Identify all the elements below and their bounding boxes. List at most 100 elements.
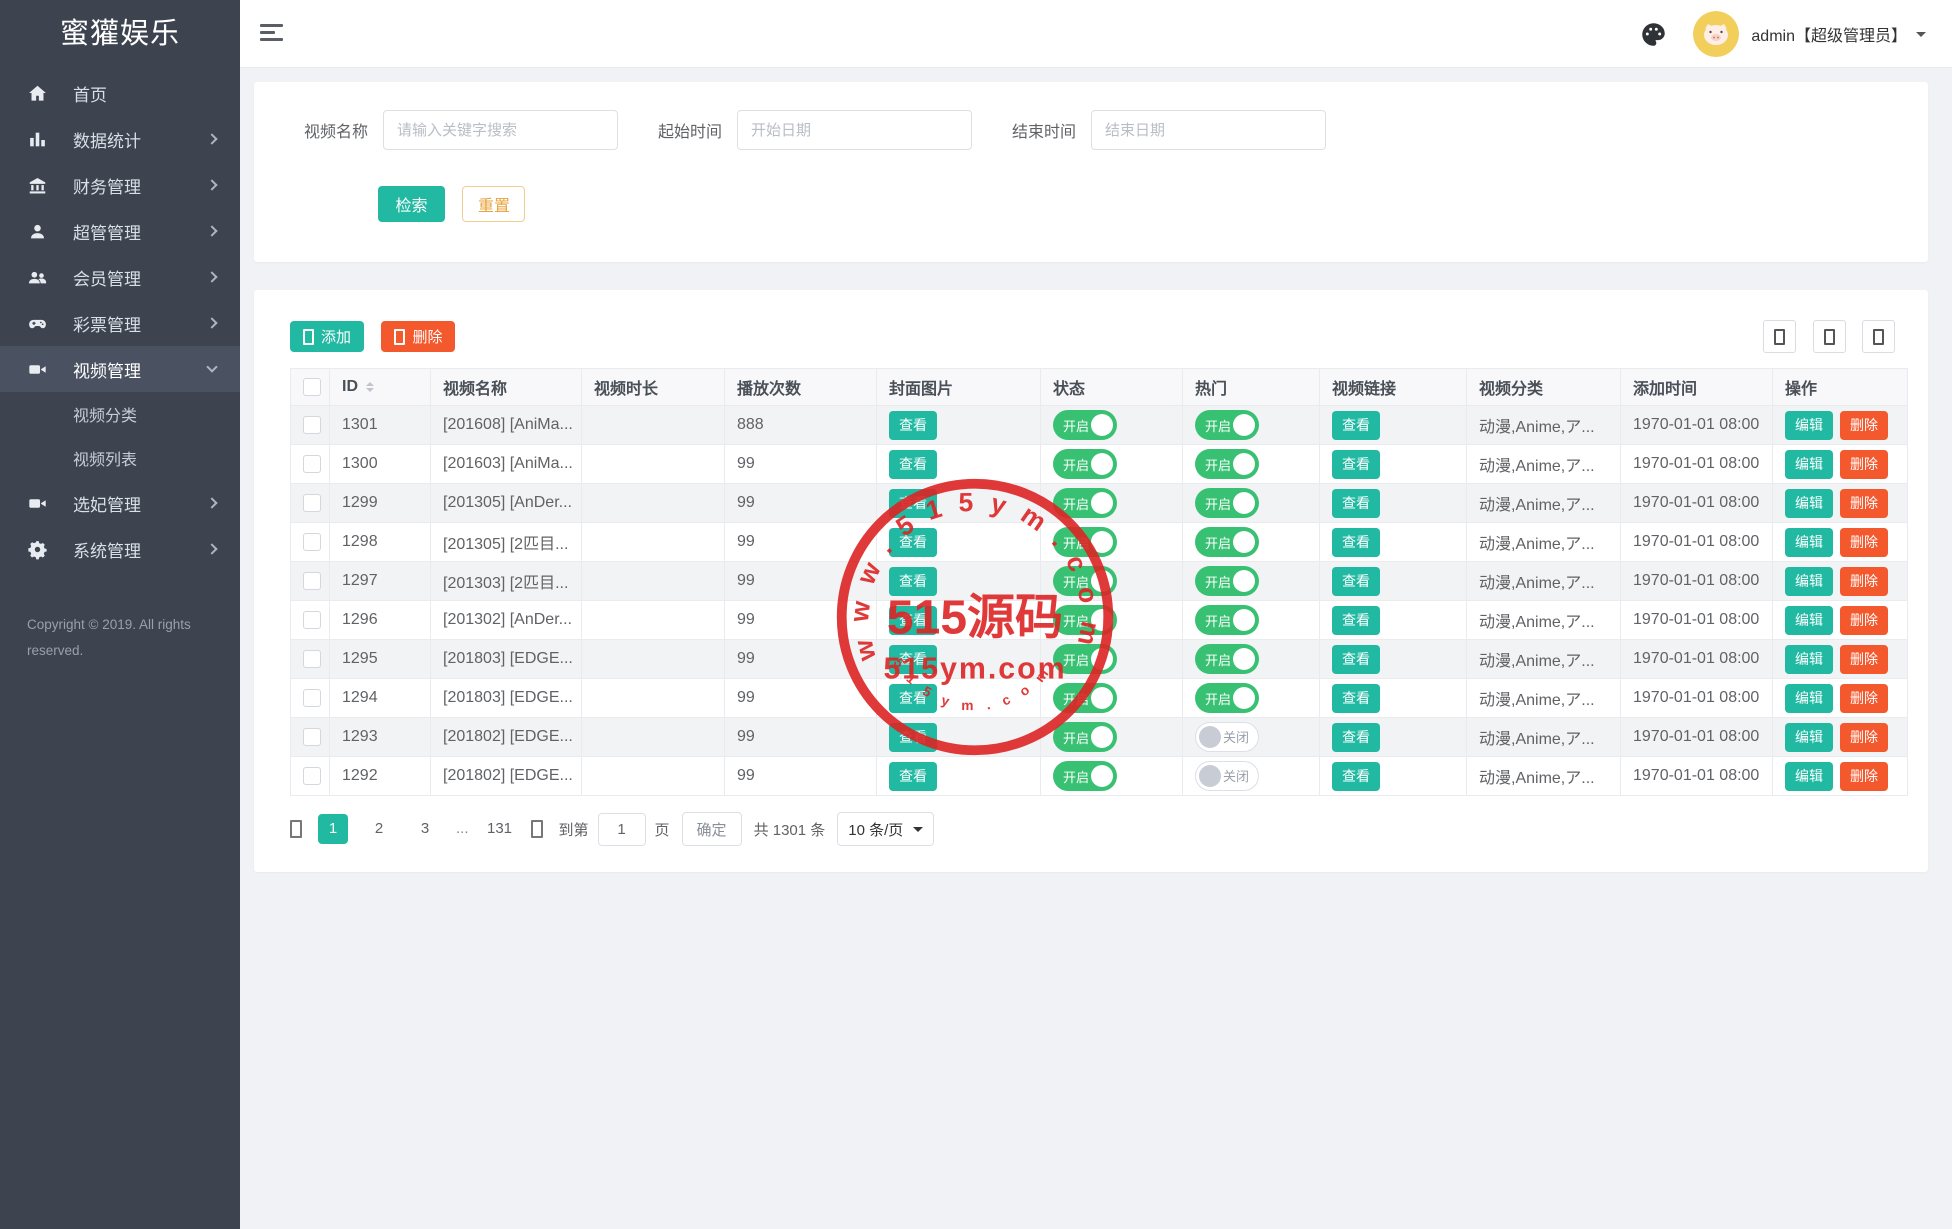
delete-row-button[interactable]: 删除 [1840, 762, 1888, 791]
delete-row-button[interactable]: 删除 [1840, 723, 1888, 752]
status-toggle[interactable]: 开启 [1053, 761, 1117, 791]
view-link-button[interactable]: 查看 [1332, 723, 1380, 752]
view-cover-button[interactable]: 查看 [889, 606, 937, 635]
sidebar-item-admins[interactable]: 超管管理 [0, 208, 240, 254]
next-page-icon[interactable] [531, 820, 543, 838]
page-size-select[interactable]: 10 条/页 [837, 812, 934, 846]
hot-toggle[interactable]: 开启 [1195, 527, 1259, 557]
view-link-button[interactable]: 查看 [1332, 762, 1380, 791]
status-toggle[interactable]: 开启 [1053, 527, 1117, 557]
sidebar-item-lottery[interactable]: 彩票管理 [0, 300, 240, 346]
status-toggle[interactable]: 开启 [1053, 722, 1117, 752]
sidebar-item-system[interactable]: 系统管理 [0, 526, 240, 572]
user-menu[interactable]: admin【超级管理员】 [1751, 22, 1926, 46]
hot-toggle[interactable]: 开启 [1195, 449, 1259, 479]
edit-button[interactable]: 编辑 [1785, 528, 1833, 557]
view-cover-button[interactable]: 查看 [889, 567, 937, 596]
view-link-button[interactable]: 查看 [1332, 645, 1380, 674]
status-toggle[interactable]: 开启 [1053, 605, 1117, 635]
delete-row-button[interactable]: 删除 [1840, 411, 1888, 440]
hot-toggle[interactable]: 开启 [1195, 644, 1259, 674]
row-checkbox[interactable] [303, 416, 321, 434]
status-toggle[interactable]: 开启 [1053, 683, 1117, 713]
page-button-3[interactable]: 3 [410, 814, 440, 844]
row-checkbox[interactable] [303, 494, 321, 512]
avatar[interactable] [1693, 11, 1739, 57]
delete-row-button[interactable]: 删除 [1840, 606, 1888, 635]
row-checkbox[interactable] [303, 533, 321, 551]
view-link-button[interactable]: 查看 [1332, 528, 1380, 557]
view-cover-button[interactable]: 查看 [889, 528, 937, 557]
status-toggle[interactable]: 开启 [1053, 410, 1117, 440]
edit-button[interactable]: 编辑 [1785, 684, 1833, 713]
sidebar-item-concubine[interactable]: 选妃管理 [0, 480, 240, 526]
edit-button[interactable]: 编辑 [1785, 762, 1833, 791]
sort-icon[interactable] [366, 382, 374, 392]
row-checkbox[interactable] [303, 767, 321, 785]
edit-button[interactable]: 编辑 [1785, 489, 1833, 518]
sidebar-item-home[interactable]: 首页 [0, 70, 240, 116]
view-cover-button[interactable]: 查看 [889, 723, 937, 752]
search-button[interactable]: 检索 [378, 186, 445, 222]
hot-toggle[interactable]: 开启 [1195, 488, 1259, 518]
edit-button[interactable]: 编辑 [1785, 723, 1833, 752]
view-cover-button[interactable]: 查看 [889, 684, 937, 713]
menu-toggle-icon[interactable] [260, 24, 284, 46]
view-cover-button[interactable]: 查看 [889, 645, 937, 674]
hot-toggle[interactable]: 开启 [1195, 566, 1259, 596]
page-button-131[interactable]: 131 [485, 814, 515, 844]
edit-button[interactable]: 编辑 [1785, 411, 1833, 440]
view-cover-button[interactable]: 查看 [889, 762, 937, 791]
view-cover-button[interactable]: 查看 [889, 450, 937, 479]
row-checkbox[interactable] [303, 728, 321, 746]
hot-toggle[interactable]: 关闭 [1195, 722, 1259, 752]
row-checkbox[interactable] [303, 650, 321, 668]
edit-button[interactable]: 编辑 [1785, 645, 1833, 674]
goto-page-input[interactable] [598, 813, 646, 846]
sidebar-item-finance[interactable]: 财务管理 [0, 162, 240, 208]
edit-button[interactable]: 编辑 [1785, 606, 1833, 635]
delete-row-button[interactable]: 删除 [1840, 450, 1888, 479]
prev-page-icon[interactable] [290, 820, 302, 838]
hot-toggle[interactable]: 关闭 [1195, 761, 1259, 791]
sidebar-item-video[interactable]: 视频管理 [0, 346, 240, 392]
end-date-input[interactable] [1091, 110, 1326, 150]
sidebar-item-stats[interactable]: 数据统计 [0, 116, 240, 162]
view-link-button[interactable]: 查看 [1332, 606, 1380, 635]
palette-icon[interactable] [1640, 21, 1667, 48]
select-all-checkbox[interactable] [303, 378, 321, 396]
view-link-button[interactable]: 查看 [1332, 489, 1380, 518]
refresh-button[interactable] [1763, 320, 1796, 353]
sidebar-item-video-list[interactable]: 视频列表 [0, 436, 240, 480]
status-toggle[interactable]: 开启 [1053, 566, 1117, 596]
edit-button[interactable]: 编辑 [1785, 450, 1833, 479]
batch-delete-button[interactable]: 删除 [381, 321, 455, 352]
row-checkbox[interactable] [303, 572, 321, 590]
row-checkbox[interactable] [303, 455, 321, 473]
delete-row-button[interactable]: 删除 [1840, 528, 1888, 557]
add-button[interactable]: 添加 [290, 321, 364, 352]
edit-button[interactable]: 编辑 [1785, 567, 1833, 596]
status-toggle[interactable]: 开启 [1053, 644, 1117, 674]
page-button-1[interactable]: 1 [318, 814, 348, 844]
delete-row-button[interactable]: 删除 [1840, 645, 1888, 674]
video-name-input[interactable] [383, 110, 618, 150]
delete-row-button[interactable]: 删除 [1840, 489, 1888, 518]
delete-row-button[interactable]: 删除 [1840, 684, 1888, 713]
reset-button[interactable]: 重置 [462, 186, 525, 222]
view-link-button[interactable]: 查看 [1332, 450, 1380, 479]
export-button[interactable] [1862, 320, 1895, 353]
start-date-input[interactable] [737, 110, 972, 150]
delete-row-button[interactable]: 删除 [1840, 567, 1888, 596]
view-cover-button[interactable]: 查看 [889, 411, 937, 440]
row-checkbox[interactable] [303, 689, 321, 707]
confirm-button[interactable]: 确定 [682, 812, 742, 846]
hot-toggle[interactable]: 开启 [1195, 683, 1259, 713]
view-link-button[interactable]: 查看 [1332, 567, 1380, 596]
view-link-button[interactable]: 查看 [1332, 684, 1380, 713]
view-cover-button[interactable]: 查看 [889, 489, 937, 518]
sidebar-item-video-category[interactable]: 视频分类 [0, 392, 240, 436]
sidebar-item-members[interactable]: 会员管理 [0, 254, 240, 300]
status-toggle[interactable]: 开启 [1053, 449, 1117, 479]
columns-button[interactable] [1813, 320, 1846, 353]
